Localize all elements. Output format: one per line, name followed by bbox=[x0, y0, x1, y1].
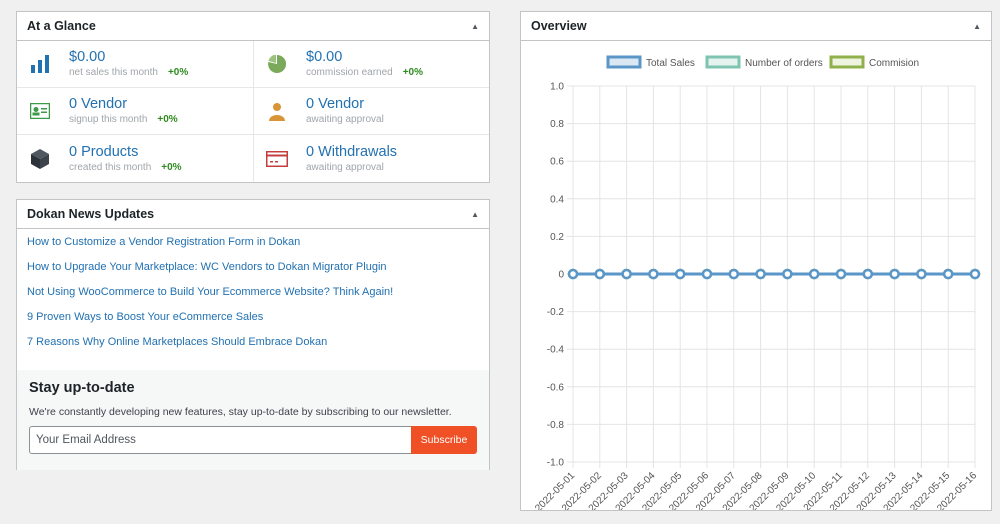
stat-label: commission earned bbox=[306, 67, 393, 78]
y-tick-label: -0.6 bbox=[547, 382, 565, 393]
data-point bbox=[835, 268, 847, 280]
stat-value[interactable]: 0 Vendor bbox=[306, 96, 384, 112]
subscribe-button[interactable]: Subscribe bbox=[411, 426, 477, 454]
news-list: How to Customize a Vendor Registration F… bbox=[17, 229, 489, 349]
pie-chart-icon bbox=[266, 53, 288, 75]
widget-header: At a Glance ▲ bbox=[17, 12, 489, 41]
collapse-toggle-icon[interactable]: ▲ bbox=[471, 22, 479, 31]
stat-net-sales: $0.00 net sales this month +0% bbox=[17, 41, 253, 88]
data-point bbox=[808, 268, 820, 280]
data-point bbox=[728, 268, 740, 280]
legend-swatch bbox=[829, 55, 865, 69]
stat-value[interactable]: $0.00 bbox=[306, 49, 423, 65]
stat-label: awaiting approval bbox=[306, 161, 384, 173]
stat-label: net sales this month bbox=[69, 67, 158, 78]
data-point bbox=[916, 268, 927, 280]
email-input[interactable] bbox=[29, 426, 411, 454]
news-updates-widget: Dokan News Updates ▲ How to Customize a … bbox=[16, 199, 490, 470]
news-link[interactable]: How to Customize a Vendor Registration F… bbox=[27, 235, 489, 249]
at-a-glance-widget: At a Glance ▲ $0.00 net sales this month… bbox=[16, 11, 490, 183]
newsletter-heading: Stay up-to-date bbox=[29, 380, 135, 396]
y-tick-label: 0.4 bbox=[550, 194, 564, 205]
y-tick-label: 0.2 bbox=[550, 232, 564, 243]
cube-icon bbox=[29, 148, 51, 170]
credit-card-icon bbox=[266, 148, 288, 170]
stat-value[interactable]: $0.00 bbox=[69, 49, 188, 65]
stat-label: awaiting approval bbox=[306, 114, 384, 125]
data-point bbox=[755, 268, 766, 280]
stat-vendor-signup: 0 Vendor signup this month +0% bbox=[17, 88, 253, 135]
overview-widget: Overview ▲ Total Sales Number of orders Co… bbox=[520, 11, 992, 511]
y-tick-label: 0.8 bbox=[550, 119, 564, 130]
collapse-toggle-icon[interactable]: ▲ bbox=[973, 22, 981, 31]
data-point bbox=[782, 268, 793, 280]
data-point bbox=[969, 268, 981, 280]
widget-title: Dokan News Updates bbox=[27, 207, 155, 221]
y-tick-label: -0.2 bbox=[547, 307, 565, 318]
stat-label: created this month bbox=[69, 161, 152, 173]
y-tick-label: 0 bbox=[558, 270, 564, 281]
legend-label: Commision bbox=[869, 58, 919, 69]
stat-change: +0% bbox=[157, 114, 178, 125]
id-card-icon bbox=[29, 100, 51, 122]
data-point bbox=[594, 268, 606, 280]
data-point bbox=[621, 268, 632, 280]
widget-title: Overview bbox=[531, 19, 587, 33]
stat-commission: $0.00 commission earned +0% bbox=[253, 41, 489, 88]
widget-header: Dokan News Updates ▲ bbox=[17, 200, 489, 229]
data-point bbox=[889, 268, 900, 280]
newsletter-text: We're constantly developing new features… bbox=[29, 406, 452, 418]
widget-header: Overview ▲ bbox=[521, 12, 991, 41]
collapse-toggle-icon[interactable]: ▲ bbox=[471, 210, 479, 219]
stat-label: signup this month bbox=[69, 114, 148, 125]
overview-line-chart: Total Sales Number of orders Commision 1.0 0… bbox=[533, 55, 981, 510]
news-link[interactable]: 7 Reasons Why Online Marketplaces Should… bbox=[27, 335, 489, 349]
y-tick-label: 1.0 bbox=[550, 82, 564, 93]
stat-change: +0% bbox=[167, 67, 189, 78]
news-link[interactable]: Not Using WooCommerce to Build Your Ecom… bbox=[27, 285, 489, 299]
bar-chart-icon bbox=[29, 53, 51, 75]
stat-value[interactable]: 0 Products bbox=[69, 144, 182, 160]
data-point bbox=[567, 268, 579, 280]
stat-change: +0% bbox=[161, 161, 182, 173]
legend-label: Total Sales bbox=[646, 58, 695, 69]
stat-withdrawals: 0 Withdrawals awaiting approval bbox=[253, 135, 489, 182]
y-tick-label: -0.4 bbox=[547, 345, 565, 356]
newsletter-form: Subscribe bbox=[29, 426, 477, 454]
y-tick-label: -0.8 bbox=[547, 420, 565, 431]
stat-change: +0% bbox=[402, 67, 424, 78]
stat-products: 0 Products created this month +0% bbox=[17, 135, 253, 182]
legend-swatch bbox=[606, 55, 642, 69]
news-link[interactable]: 9 Proven Ways to Boost Your eCommerce Sa… bbox=[27, 310, 489, 324]
y-tick-label: 0.6 bbox=[550, 157, 564, 168]
data-point bbox=[674, 268, 686, 280]
news-link[interactable]: How to Upgrade Your Marketplace: WC Vend… bbox=[27, 260, 489, 274]
data-point bbox=[862, 268, 874, 280]
y-tick-label: -1.0 bbox=[547, 458, 565, 469]
legend-label: Number of orders bbox=[745, 58, 823, 69]
data-point bbox=[942, 268, 954, 280]
stat-value[interactable]: 0 Vendor bbox=[69, 96, 178, 112]
data-point bbox=[648, 268, 659, 280]
data-point bbox=[701, 268, 713, 280]
stat-vendor-approval: 0 Vendor awaiting approval bbox=[253, 88, 489, 135]
newsletter-section: Stay up-to-date We're constantly develop… bbox=[17, 370, 489, 470]
stat-value[interactable]: 0 Withdrawals bbox=[306, 144, 397, 160]
widget-title: At a Glance bbox=[27, 19, 96, 33]
legend-swatch bbox=[705, 55, 741, 69]
person-icon bbox=[266, 100, 288, 122]
